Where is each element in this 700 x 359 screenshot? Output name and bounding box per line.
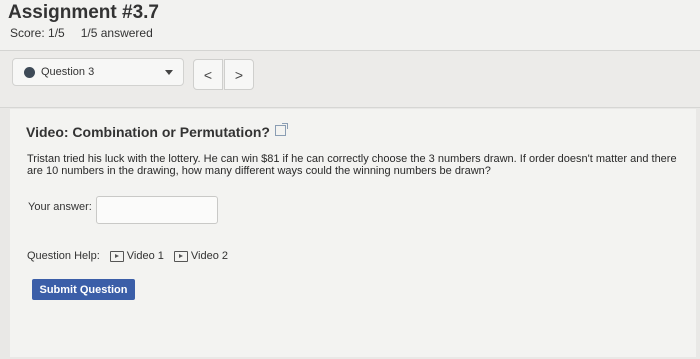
question-text: Tristan tried his luck with the lottery.… <box>27 153 677 177</box>
score-line: Score: 1/5 1/5 answered <box>10 26 153 40</box>
previous-question-button[interactable]: < <box>193 59 223 90</box>
play-video-icon <box>109 250 124 262</box>
assignment-title: Assignment #3.7 <box>8 2 159 23</box>
video-2-label: Video 2 <box>190 250 228 262</box>
question-panel: Video: Combination or Permutation? Trist… <box>10 109 696 357</box>
answer-input[interactable] <box>96 196 218 224</box>
video-1-link[interactable]: Video 1 <box>109 250 164 262</box>
question-selector[interactable]: Question 3 <box>12 58 184 86</box>
answer-label: Your answer: <box>28 201 92 213</box>
question-nav-bar: Question 3 < > <box>0 51 700 108</box>
chevron-left-icon: < <box>203 66 213 83</box>
question-help-label: Question Help: <box>27 250 100 262</box>
submit-question-button[interactable]: Submit Question <box>32 279 135 300</box>
question-help: Question Help: Video 1 Video 2 <box>27 250 228 262</box>
video-1-label: Video 1 <box>126 250 164 262</box>
question-heading-text: Video: Combination or Permutation? <box>26 124 270 140</box>
score-text: Score: 1/5 <box>10 26 65 40</box>
chevron-right-icon: > <box>234 66 244 83</box>
question-heading: Video: Combination or Permutation? <box>26 123 288 140</box>
question-selector-label: Question 3 <box>41 66 95 78</box>
question-status-dot <box>24 66 35 78</box>
video-2-link[interactable]: Video 2 <box>173 250 228 262</box>
assignment-header: Assignment #3.7 Score: 1/5 1/5 answered <box>0 0 700 51</box>
external-link-icon[interactable] <box>274 123 288 136</box>
play-video-icon <box>173 250 188 262</box>
caret-down-icon <box>165 69 173 75</box>
answered-count: 1/5 answered <box>80 26 153 40</box>
next-question-button[interactable]: > <box>224 59 254 90</box>
